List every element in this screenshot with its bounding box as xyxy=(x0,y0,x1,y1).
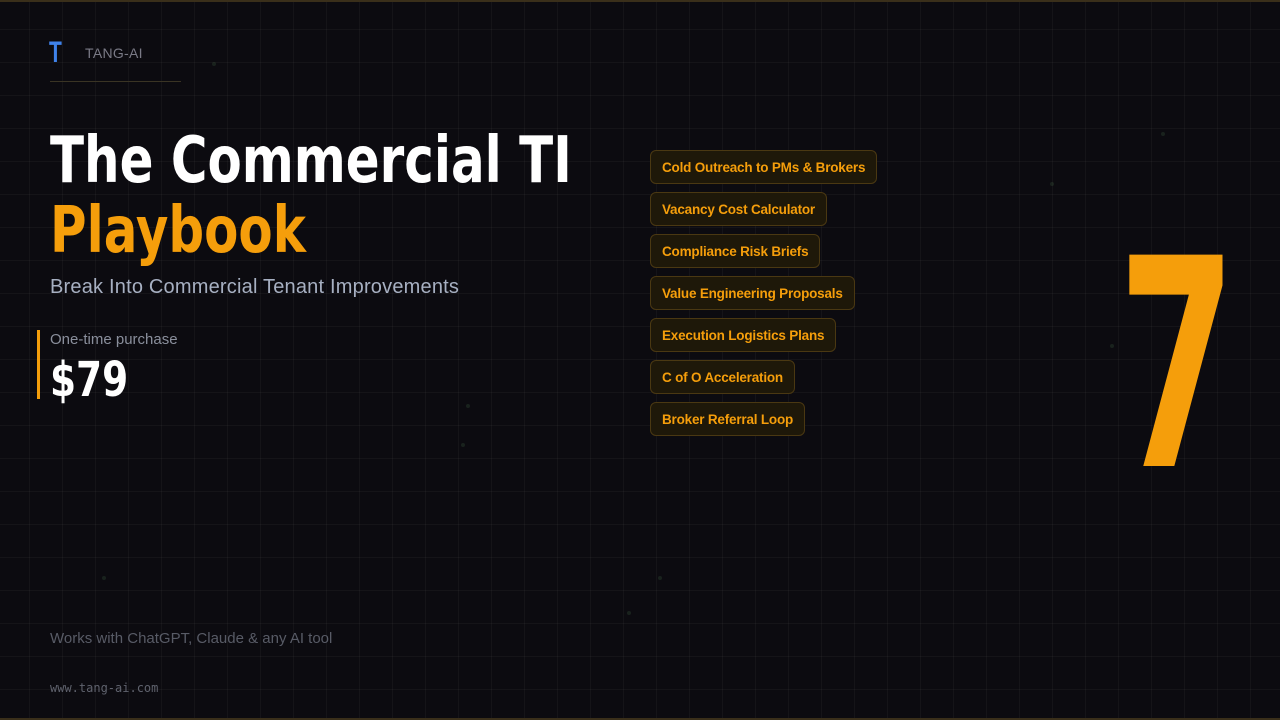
module-list: Cold Outreach to PMs & Brokers Vacancy C… xyxy=(650,150,878,436)
title-line-2: Playbook xyxy=(50,194,306,268)
module-chip[interactable]: Vacancy Cost Calculator xyxy=(650,192,827,226)
background-dot xyxy=(466,404,470,408)
module-count: 7 xyxy=(1118,240,1236,480)
background-dot xyxy=(658,576,662,580)
price-caption: One-time purchase xyxy=(50,331,178,348)
module-chip[interactable]: Cold Outreach to PMs & Brokers xyxy=(650,150,878,184)
module-chip[interactable]: Compliance Risk Briefs xyxy=(650,234,821,268)
background-dot xyxy=(1161,132,1165,136)
module-chip[interactable]: C of O Acceleration xyxy=(650,360,795,394)
background-dot xyxy=(1050,182,1054,186)
logo-icon: T xyxy=(49,36,62,69)
top-border xyxy=(0,0,1280,2)
module-chip[interactable]: Value Engineering Proposals xyxy=(650,276,855,310)
compatibility-note: Works with ChatGPT, Claude & any AI tool xyxy=(50,630,333,647)
module-count-numeral: 7 xyxy=(1118,240,1236,480)
slide: T TANG-AI The Commercial TI Playbook Bre… xyxy=(0,0,1280,720)
price-accent-bar xyxy=(37,330,40,399)
title-line-1: The Commercial TI xyxy=(50,124,572,198)
header-divider xyxy=(50,81,181,82)
background-dot xyxy=(212,62,216,66)
module-chip[interactable]: Execution Logistics Plans xyxy=(650,318,837,352)
brand-name: TANG-AI xyxy=(85,45,143,61)
website-url: www.tang-ai.com xyxy=(50,681,159,695)
subtitle: Break Into Commercial Tenant Improvement… xyxy=(50,276,460,298)
background-dot xyxy=(627,611,631,615)
price: $79 xyxy=(50,352,129,408)
page-title: The Commercial TI Playbook xyxy=(50,126,610,266)
background-dot xyxy=(461,443,465,447)
background-dot xyxy=(102,576,106,580)
module-chip[interactable]: Broker Referral Loop xyxy=(650,402,806,436)
